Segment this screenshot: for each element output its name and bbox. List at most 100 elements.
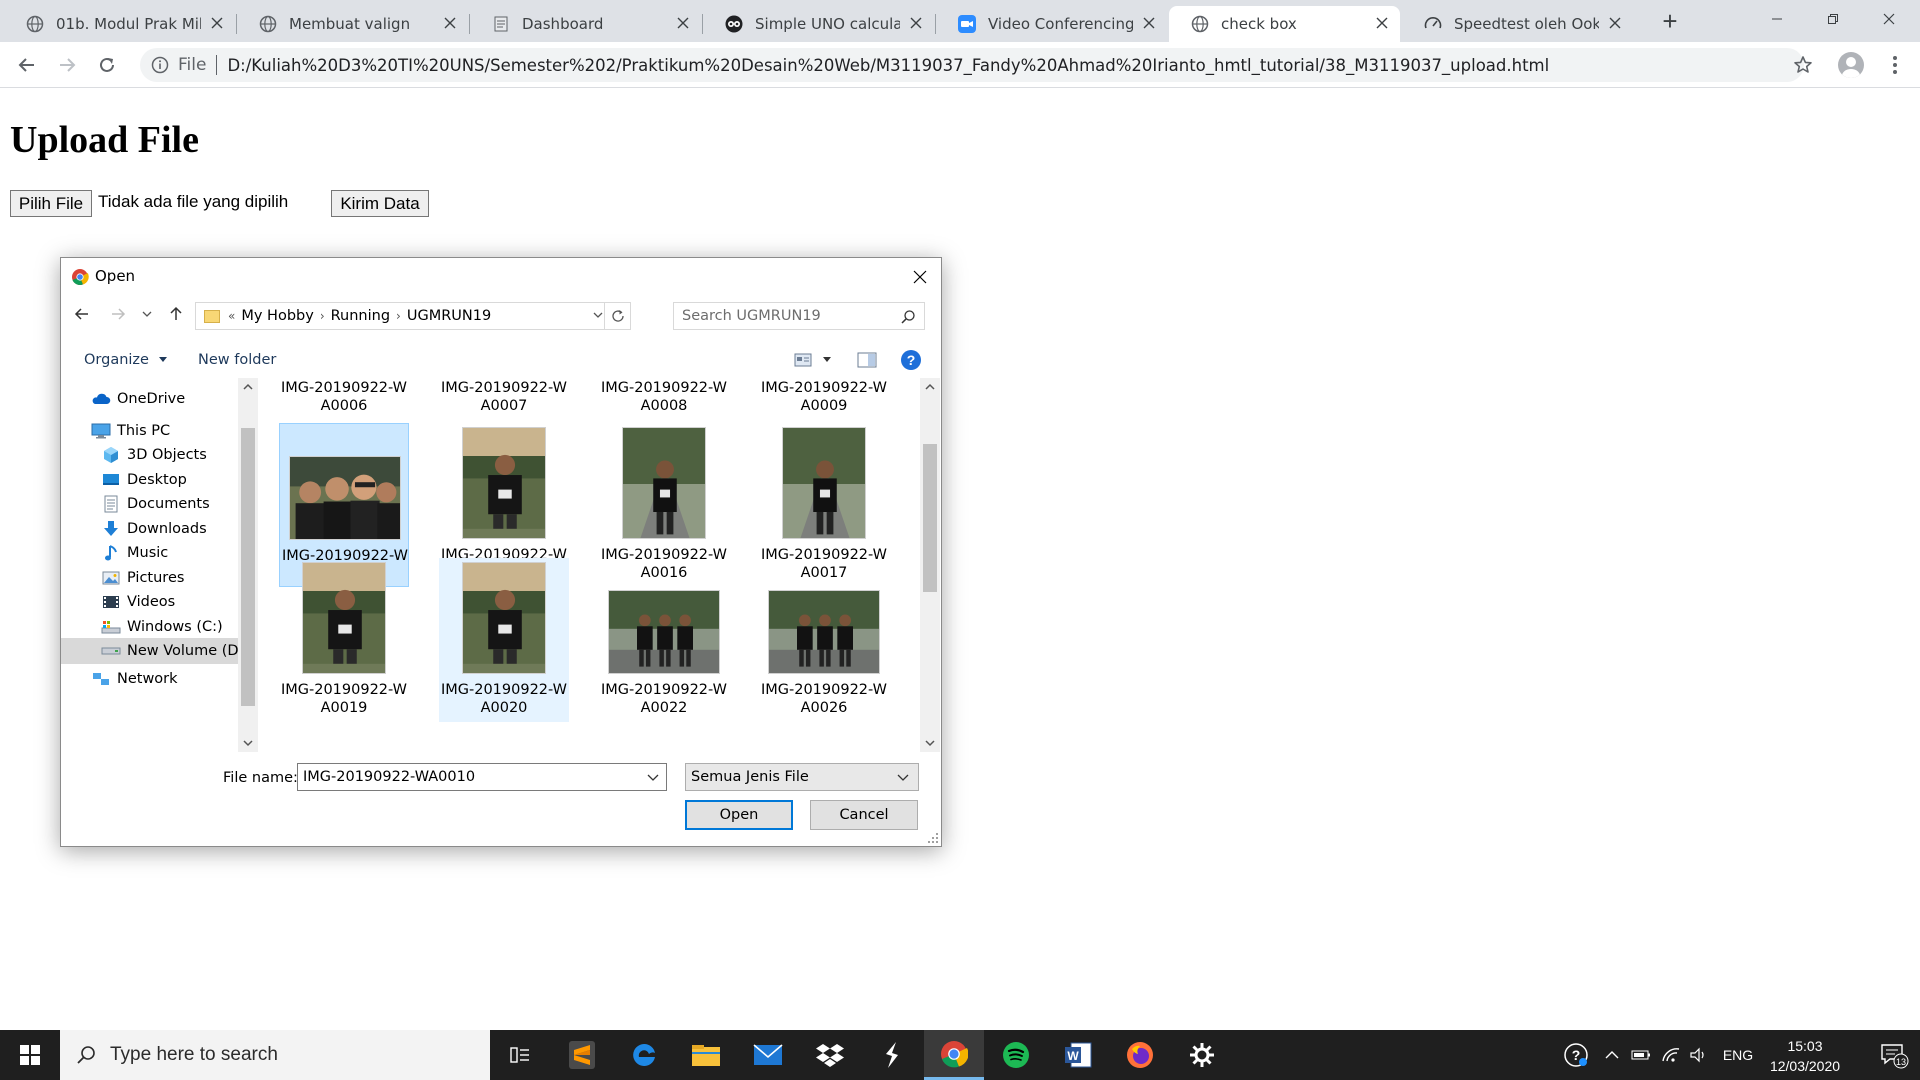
nav-item-desktop[interactable]: Desktop bbox=[61, 467, 238, 493]
browser-tab[interactable]: Simple UNO calculator bbox=[703, 6, 934, 42]
show-hidden-icons-button[interactable] bbox=[1600, 1030, 1624, 1080]
address-bar[interactable]: File D:/Kuliah%20D3%20TI%20UNS/Semester%… bbox=[140, 48, 1804, 82]
profile-avatar[interactable] bbox=[1838, 52, 1864, 78]
cancel-button[interactable]: Cancel bbox=[810, 800, 918, 830]
nav-item-this-pc[interactable]: This PC bbox=[61, 418, 238, 444]
refresh-button[interactable] bbox=[604, 303, 630, 329]
change-view-button[interactable] bbox=[788, 349, 838, 371]
file-thumbnail[interactable]: IMG-20190922-W A0022 bbox=[599, 558, 729, 722]
chrome-icon[interactable] bbox=[924, 1030, 984, 1080]
breadcrumb-running[interactable]: Running bbox=[331, 308, 390, 324]
forward-button[interactable] bbox=[52, 50, 82, 80]
scroll-thumb[interactable] bbox=[241, 428, 255, 706]
overflow-chevron[interactable]: « bbox=[228, 309, 235, 323]
restore-button[interactable] bbox=[1810, 0, 1856, 38]
chevron-down-icon[interactable] bbox=[592, 308, 604, 326]
folder-search-input[interactable]: Search UGMRUN19 bbox=[673, 302, 925, 330]
file-caption[interactable]: IMG-20190922-W A0009 bbox=[759, 379, 889, 415]
dropbox-icon[interactable] bbox=[800, 1030, 860, 1080]
firefox-icon[interactable] bbox=[1110, 1030, 1170, 1080]
bookmark-star-button[interactable] bbox=[1788, 50, 1818, 80]
task-view-icon[interactable] bbox=[490, 1030, 550, 1080]
submit-button[interactable]: Kirim Data bbox=[331, 190, 429, 217]
help-tray-icon[interactable]: ? bbox=[1558, 1030, 1594, 1080]
nav-item-onedrive[interactable]: OneDrive bbox=[61, 386, 238, 412]
nav-item-videos[interactable]: Videos bbox=[61, 589, 238, 615]
dialog-forward-button[interactable] bbox=[107, 303, 129, 325]
file-caption[interactable]: IMG-20190922-W A0007 bbox=[439, 379, 569, 415]
tab-close-icon[interactable] bbox=[442, 16, 458, 32]
word-icon[interactable]: W bbox=[1048, 1030, 1108, 1080]
browser-tab[interactable]: Video Conferencing, W bbox=[936, 6, 1167, 42]
nav-item-3d-objects[interactable]: 3D Objects bbox=[61, 442, 238, 468]
preview-pane-button[interactable] bbox=[853, 349, 881, 371]
nav-item-downloads[interactable]: Downloads bbox=[61, 516, 238, 542]
taskbar-search-box[interactable]: Type here to search bbox=[60, 1030, 490, 1080]
reload-button[interactable] bbox=[92, 50, 122, 80]
file-thumbnail[interactable]: IMG-20190922-W A0019 bbox=[279, 558, 409, 722]
browser-tab[interactable]: Dashboard bbox=[470, 6, 701, 42]
back-button[interactable] bbox=[12, 50, 42, 80]
resize-grip-icon[interactable] bbox=[927, 832, 939, 844]
nav-item-music[interactable]: Music bbox=[61, 540, 238, 566]
settings-gear-icon[interactable] bbox=[1172, 1030, 1232, 1080]
file-caption[interactable]: IMG-20190922-W A0006 bbox=[279, 379, 409, 415]
open-button[interactable]: Open bbox=[685, 800, 793, 830]
browser-tab[interactable]: check box bbox=[1169, 6, 1400, 42]
tab-close-icon[interactable] bbox=[209, 16, 225, 32]
tab-close-icon[interactable] bbox=[1607, 16, 1623, 32]
nav-item-network[interactable]: Network bbox=[61, 666, 238, 692]
volume-icon[interactable] bbox=[1686, 1030, 1712, 1080]
file-thumbnail[interactable]: IMG-20190922-W A0020 bbox=[439, 558, 569, 722]
battery-icon[interactable] bbox=[1628, 1030, 1654, 1080]
sublime-text-icon[interactable] bbox=[552, 1030, 612, 1080]
wifi-icon[interactable] bbox=[1658, 1030, 1684, 1080]
browser-tab[interactable]: 01b. Modul Prak Mikro bbox=[4, 6, 235, 42]
spotify-icon[interactable] bbox=[986, 1030, 1046, 1080]
info-icon[interactable] bbox=[150, 55, 170, 75]
edge-icon[interactable] bbox=[614, 1030, 674, 1080]
nav-item-new-volume-d[interactable]: New Volume (D: bbox=[61, 638, 243, 664]
url-text[interactable]: D:/Kuliah%20D3%20TI%20UNS/Semester%202/P… bbox=[227, 56, 1549, 75]
nav-item-windows-c[interactable]: Windows (C:) bbox=[61, 614, 238, 640]
help-button[interactable]: ? bbox=[899, 349, 923, 371]
dialog-back-button[interactable] bbox=[71, 303, 93, 325]
new-folder-button[interactable]: New folder bbox=[198, 352, 276, 368]
nav-item-documents[interactable]: Documents bbox=[61, 491, 238, 517]
language-indicator[interactable]: ENG bbox=[1716, 1030, 1760, 1080]
file-list-scrollbar[interactable] bbox=[920, 378, 940, 752]
recent-locations-button[interactable] bbox=[139, 303, 155, 325]
choose-file-button[interactable]: Pilih File bbox=[10, 190, 92, 217]
browser-tab[interactable]: Membuat valign bbox=[237, 6, 468, 42]
breadcrumb-ugmrun19[interactable]: UGMRUN19 bbox=[407, 308, 491, 324]
up-folder-button[interactable] bbox=[165, 303, 187, 325]
photo-thumbnail-image bbox=[289, 456, 401, 540]
folder-path-bar[interactable]: « My Hobby › Running › UGMRUN19 bbox=[195, 302, 631, 330]
dialog-close-button[interactable] bbox=[907, 264, 933, 290]
browser-tab[interactable]: Speedtest oleh Ookla - bbox=[1402, 6, 1633, 42]
tab-close-icon[interactable] bbox=[1374, 16, 1390, 32]
scroll-thumb[interactable] bbox=[923, 444, 937, 592]
tab-close-icon[interactable] bbox=[908, 16, 924, 32]
browser-menu-button[interactable] bbox=[1880, 50, 1910, 80]
file-name-input[interactable]: IMG-20190922-WA0010 bbox=[297, 763, 667, 791]
start-button[interactable] bbox=[0, 1030, 60, 1080]
winscp-icon[interactable] bbox=[862, 1030, 922, 1080]
file-type-select[interactable]: Semua Jenis File bbox=[685, 763, 919, 791]
file-explorer-icon[interactable] bbox=[676, 1030, 736, 1080]
navigation-scrollbar[interactable] bbox=[238, 378, 258, 752]
minimize-button[interactable] bbox=[1754, 0, 1800, 38]
file-caption[interactable]: IMG-20190922-W A0008 bbox=[599, 379, 729, 415]
tab-close-icon[interactable] bbox=[1141, 16, 1157, 32]
breadcrumb-my-hobby[interactable]: My Hobby bbox=[241, 308, 313, 324]
chevron-down-icon[interactable] bbox=[646, 770, 660, 788]
system-clock[interactable]: 15:03 12/03/2020 bbox=[1760, 1036, 1850, 1076]
file-thumbnail[interactable]: IMG-20190922-W A0026 bbox=[759, 558, 889, 722]
new-tab-button[interactable]: + bbox=[1656, 8, 1684, 36]
organize-menu[interactable]: Organize bbox=[84, 352, 168, 368]
tab-close-icon[interactable] bbox=[675, 16, 691, 32]
nav-item-pictures[interactable]: Pictures bbox=[61, 565, 238, 591]
close-window-button[interactable] bbox=[1866, 0, 1912, 38]
action-center-button[interactable]: 13 bbox=[1868, 1030, 1920, 1080]
mail-icon[interactable] bbox=[738, 1030, 798, 1080]
